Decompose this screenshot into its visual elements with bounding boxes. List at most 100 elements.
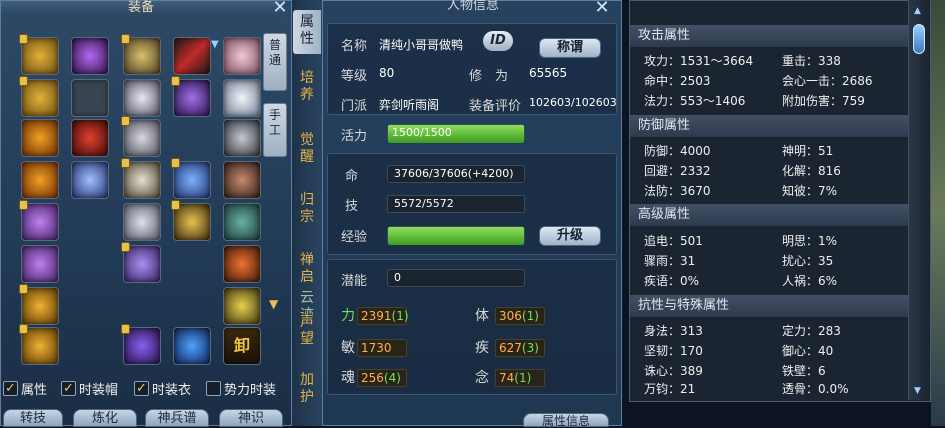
- equip-slot[interactable]: [223, 245, 261, 283]
- exp-bar-fill: [388, 227, 524, 245]
- attr-row: 神明：51: [782, 144, 834, 158]
- attr-row: 扰心：35: [782, 254, 834, 268]
- attr-row: 定力：283: [782, 324, 841, 338]
- equip-slot[interactable]: [21, 245, 59, 283]
- divine-weapon-button[interactable]: 神兵谱: [145, 409, 209, 427]
- attr-row: 诛心：389: [644, 364, 703, 378]
- attr-row: 人祸：6%: [782, 274, 838, 288]
- equip-slot-empty[interactable]: [71, 79, 109, 117]
- checkbox-fashion-clothes[interactable]: ✓ 时装衣: [134, 379, 191, 398]
- equip-slot[interactable]: [223, 37, 261, 75]
- lock-icon: [121, 324, 130, 334]
- scrollbar-thumb[interactable]: [913, 24, 925, 54]
- lock-icon: [121, 34, 130, 44]
- checkbox-faction-fashion[interactable]: 势力时装: [206, 379, 276, 398]
- level-value: 80: [379, 66, 395, 80]
- lock-icon: [19, 324, 28, 334]
- tab-return-sect[interactable]: 归 宗: [293, 192, 321, 232]
- stat-constitution-value: 306(1): [495, 307, 545, 325]
- unequip-button[interactable]: 卸: [223, 327, 261, 365]
- attr-row: 知彼：7%: [782, 184, 838, 198]
- title-button[interactable]: 称谓: [539, 38, 601, 58]
- section-defense-title: 防御属性: [630, 115, 908, 137]
- equip-slot[interactable]: [223, 203, 261, 241]
- tab-attributes[interactable]: 属 性: [293, 10, 321, 54]
- section-advanced-title: 高级属性: [630, 204, 908, 226]
- tab-normal[interactable]: 普 通: [263, 33, 287, 91]
- equip-slot[interactable]: [173, 327, 211, 365]
- scroll-down-icon[interactable]: ▼: [914, 386, 921, 396]
- equip-slot[interactable]: [173, 37, 211, 75]
- attr-row: 坚韧：170: [644, 344, 703, 358]
- equip-slot[interactable]: [223, 161, 261, 199]
- checkbox-checked-icon: ✓: [134, 380, 149, 396]
- stat-agility-label: 敏: [341, 340, 355, 356]
- attr-row: 骤雨：31: [644, 254, 696, 268]
- exp-label: 经验: [341, 230, 368, 245]
- vitality-bar-fill: 1500/1500: [388, 125, 524, 143]
- tab-zen[interactable]: 禅 启: [293, 252, 321, 292]
- lock-icon: [19, 76, 28, 86]
- tab-protect[interactable]: 加 护: [293, 372, 321, 412]
- lock-icon: [121, 158, 130, 168]
- gear-score-label: 装备评价: [469, 99, 522, 114]
- info-title: 人物信息: [446, 0, 499, 13]
- stat-speed-value: 627(3): [495, 339, 545, 357]
- tab-cultivate[interactable]: 培 养: [293, 70, 321, 110]
- equip-slot[interactable]: [123, 79, 161, 117]
- divine-sense-button[interactable]: 神识: [219, 409, 283, 427]
- stat-soul-label: 魂: [341, 370, 355, 386]
- skill-value: 5572/5572: [387, 195, 525, 213]
- attr-row: 化解：816: [782, 164, 841, 178]
- convert-skill-button[interactable]: 转技: [3, 409, 63, 427]
- vitality-bar: 1500/1500: [387, 124, 525, 143]
- lock-icon: [19, 200, 28, 210]
- tab-cloud[interactable]: 云 迹: [293, 290, 321, 314]
- tab-crafted[interactable]: 手 工: [263, 103, 287, 157]
- equip-slot[interactable]: [71, 37, 109, 75]
- tab-reputation[interactable]: 声 望: [293, 314, 321, 354]
- equip-slot[interactable]: [223, 287, 261, 325]
- scrollbar[interactable]: ▲ ▼: [908, 0, 930, 400]
- stat-mind-label: 念: [475, 370, 489, 386]
- character-info-panel: 人物信息 ✕ 名称 清纯小哥哥做鸭 ID 称谓 等级 80 修 为 65565 …: [322, 0, 622, 428]
- close-icon[interactable]: ✕: [593, 0, 611, 17]
- attr-row: 法力：553～1406: [644, 94, 746, 108]
- lock-icon: [19, 284, 28, 294]
- refine-button[interactable]: 炼化: [73, 409, 137, 427]
- attr-row: 透骨：0.0%: [782, 382, 849, 396]
- cultivation-value: 65565: [529, 66, 568, 80]
- equip-slot[interactable]: [223, 79, 261, 117]
- equip-slot[interactable]: [123, 203, 161, 241]
- close-icon[interactable]: ✕: [271, 0, 289, 17]
- attribute-info-button[interactable]: 属性信息: [523, 413, 609, 428]
- attr-row: 命中：2503: [644, 74, 711, 88]
- arrow-down-icon[interactable]: ▼: [269, 297, 278, 311]
- attr-row: 身法：313: [644, 324, 703, 338]
- checkbox-fashion-hat[interactable]: ✓ 时装帽: [61, 379, 118, 398]
- equip-slot[interactable]: [21, 119, 59, 157]
- equip-slot[interactable]: [71, 119, 109, 157]
- equip-slot[interactable]: [223, 119, 261, 157]
- checkbox-attributes[interactable]: ✓ 属性: [3, 379, 47, 398]
- background-scene: [931, 0, 945, 426]
- equipment-panel: 装备 ✕ ▼ ▼ 卸 普 通 手 工 ✓ 属性 ✓ 时装帽 ✓ 时装衣 势力时装…: [0, 0, 292, 427]
- equip-slot[interactable]: [71, 161, 109, 199]
- skill-label: 技: [345, 199, 359, 214]
- tab-awaken[interactable]: 觉 醒: [293, 132, 321, 172]
- upgrade-button[interactable]: 升级: [539, 226, 601, 246]
- level-label: 等级: [341, 69, 368, 84]
- attribute-detail-panel: 攻击属性 攻力：1531～3664 重击：338 命中：2503 会心一击：26…: [629, 0, 931, 402]
- equip-slot[interactable]: [21, 161, 59, 199]
- attr-row: 防御：4000: [644, 144, 711, 158]
- scroll-up-icon[interactable]: ▲: [914, 6, 921, 16]
- id-badge[interactable]: ID: [483, 31, 513, 51]
- checkbox-checked-icon: ✓: [61, 380, 76, 396]
- attr-row: 御心：40: [782, 344, 834, 358]
- attr-row: 追电：501: [644, 234, 703, 248]
- side-tab-bar: 属 性 培 养 觉 醒 归 宗 禅 启 云 迹 声 望 加 护: [292, 0, 322, 426]
- attr-row: 法防：3670: [644, 184, 711, 198]
- dropdown-arrow-icon[interactable]: ▼: [211, 39, 219, 50]
- attr-row: 万钧：21: [644, 382, 696, 396]
- lock-icon: [121, 116, 130, 126]
